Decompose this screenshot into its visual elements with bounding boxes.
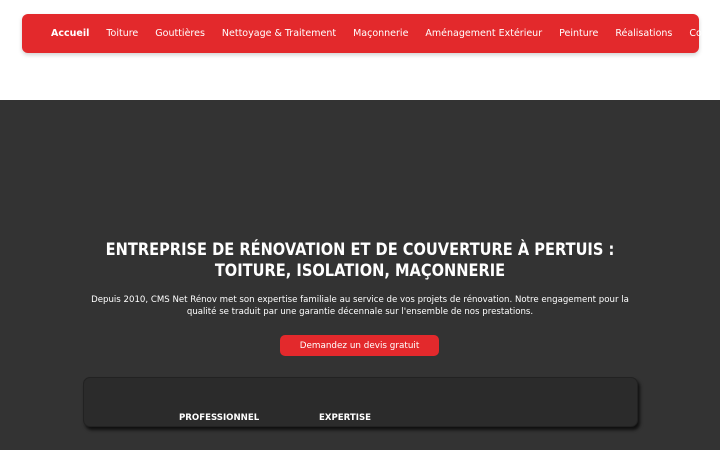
- feature-label-expertise: EXPERTISE: [319, 413, 372, 423]
- feature-label-professionnel: PROFESSIONNEL: [179, 413, 260, 423]
- main-navbar: Accueil Toiture Gouttières Nettoyage & T…: [22, 14, 720, 53]
- nav-item-amenagement-exterieur[interactable]: Aménagement Extérieur: [425, 28, 542, 39]
- nav-item-contact[interactable]: Contact: [689, 28, 720, 39]
- features-card: PROFESSIONNEL EXPERTISE: [83, 377, 638, 427]
- nav-item-accueil[interactable]: Accueil: [51, 28, 89, 39]
- hero-title: ENTREPRISE DE RÉNOVATION ET DE COUVERTUR…: [105, 240, 615, 281]
- hero-description: Depuis 2010, CMS Net Rénov met son exper…: [91, 295, 629, 317]
- header-area: Accueil Toiture Gouttières Nettoyage & T…: [0, 0, 720, 100]
- nav-item-nettoyage-traitement[interactable]: Nettoyage & Traitement: [222, 28, 336, 39]
- quote-request-button[interactable]: Demandez un devis gratuit: [280, 335, 439, 356]
- nav-item-toiture[interactable]: Toiture: [106, 28, 138, 39]
- nav-item-peinture[interactable]: Peinture: [559, 28, 598, 39]
- nav-item-maconnerie[interactable]: Maçonnerie: [353, 28, 408, 39]
- hero-section: ENTREPRISE DE RÉNOVATION ET DE COUVERTUR…: [0, 100, 720, 450]
- nav-item-realisations[interactable]: Réalisations: [615, 28, 672, 39]
- nav-item-gouttieres[interactable]: Gouttières: [155, 28, 205, 39]
